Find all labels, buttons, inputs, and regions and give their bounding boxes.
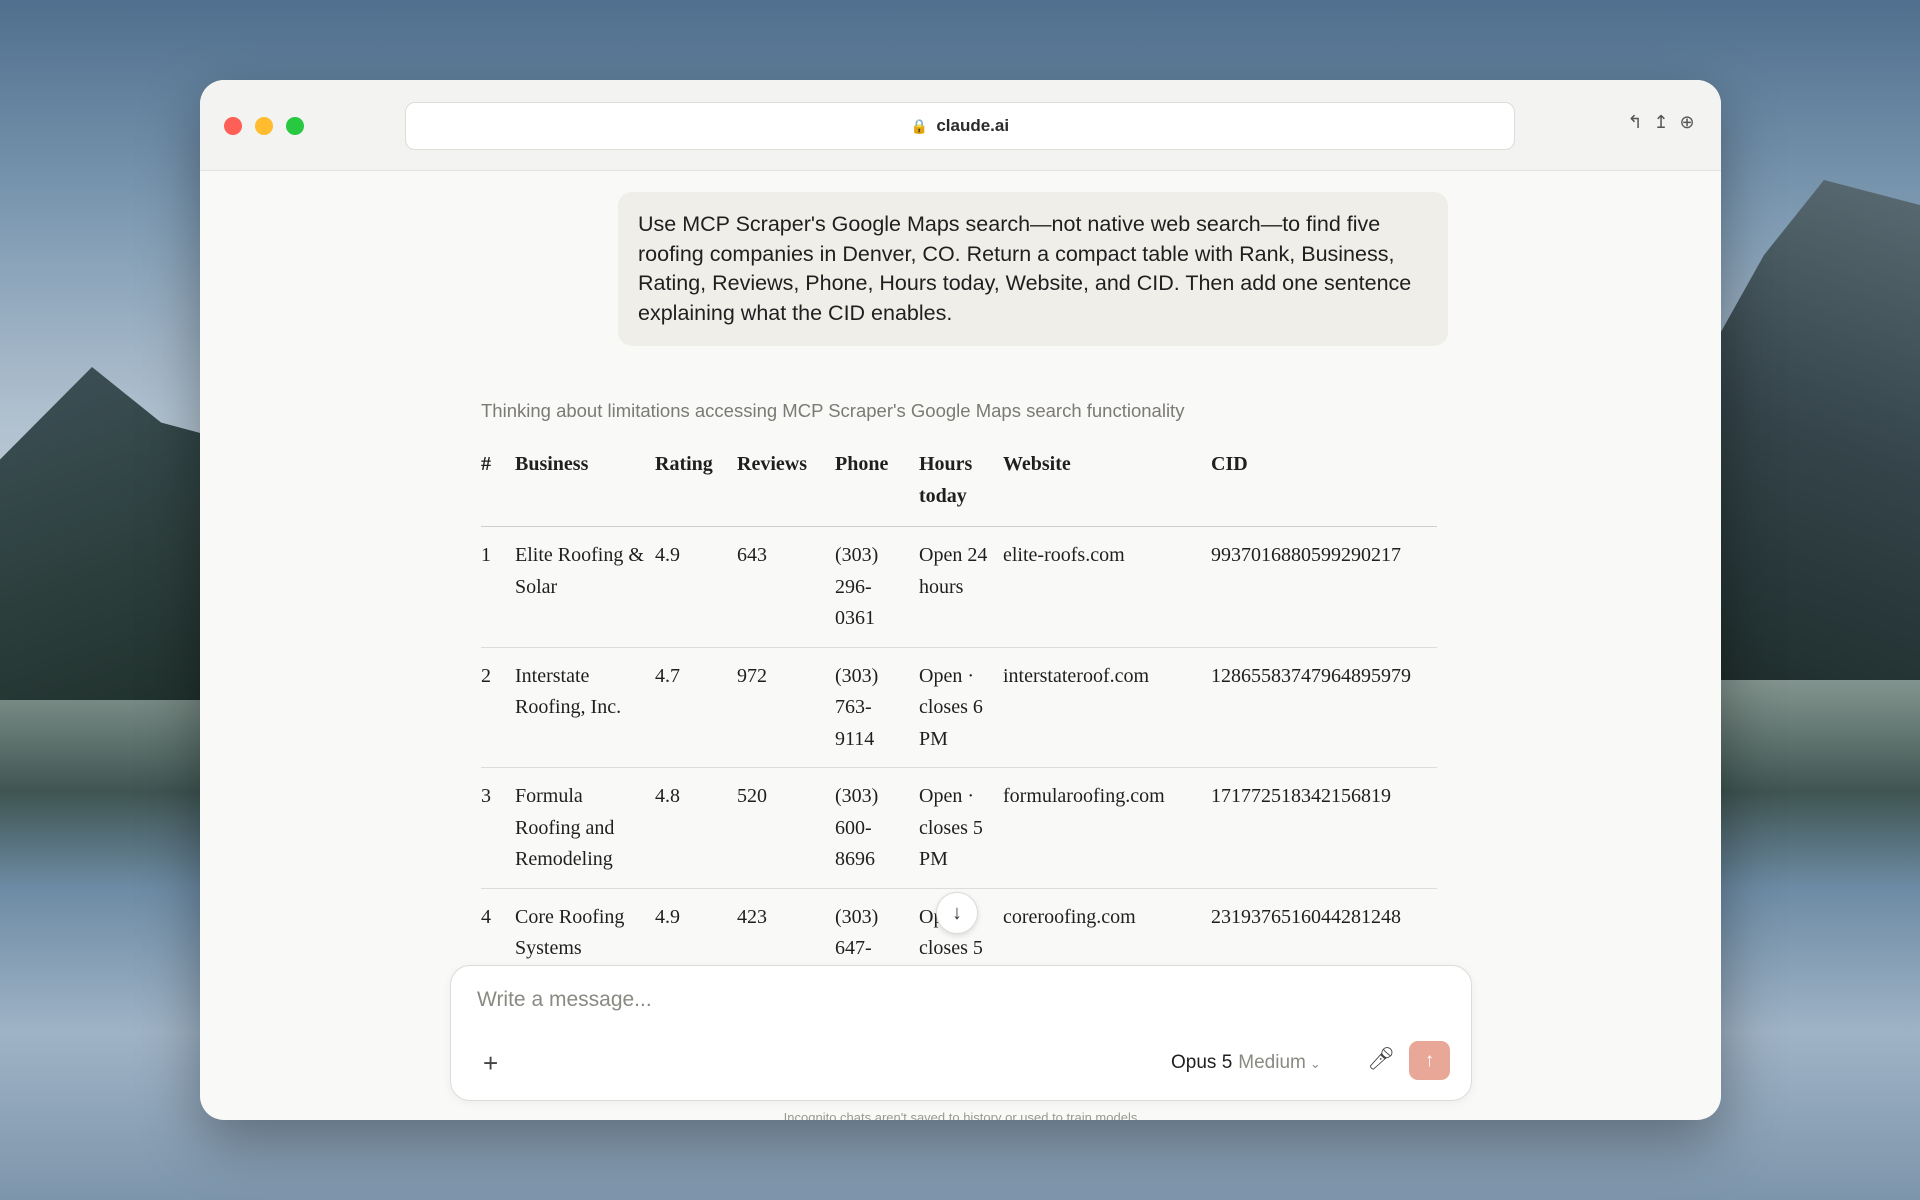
model-name: Opus 5: [1171, 1052, 1233, 1073]
cell-business: Formula Roofing and Remodeling: [515, 767, 655, 889]
header-cid: CID: [1211, 436, 1437, 527]
microphone-icon[interactable]: 🎤︎: [1367, 1046, 1395, 1072]
cell-reviews: 520: [737, 767, 835, 889]
back-icon[interactable]: ↰: [1625, 112, 1645, 133]
user-message: Use MCP Scraper's Google Maps search—not…: [618, 192, 1448, 346]
header-hours: Hours today: [919, 436, 1003, 527]
cell-cid: 171772518342156819: [1211, 767, 1437, 889]
zoom-window-button[interactable]: [286, 117, 304, 135]
cell-website: interstateroof.com: [1003, 647, 1211, 768]
lock-icon: 🔒: [910, 117, 929, 134]
incognito-disclaimer: Incognito chats aren't saved to history …: [783, 1110, 1138, 1120]
title-bar: 🔒 claude.ai ↰ ↥ ⊕: [200, 80, 1721, 171]
message-input[interactable]: Write a message...: [477, 988, 652, 1012]
arrow-up-icon: ↑: [1424, 1049, 1435, 1071]
header-website: Website: [1003, 436, 1211, 527]
minimize-window-button[interactable]: [255, 117, 273, 135]
cell-phone: (303) 763-9114: [835, 647, 919, 768]
chevron-down-icon: ⌄: [1309, 1056, 1321, 1071]
browser-window: 🔒 claude.ai ↰ ↥ ⊕ Use MCP Scraper's Goog…: [200, 80, 1721, 1120]
table-header-row: # Business Rating Reviews Phone Hours to…: [481, 436, 1437, 527]
cell-rank: 2: [481, 647, 515, 768]
cell-phone: (303) 296-0361: [835, 526, 919, 648]
cell-phone: (303) 600-8696: [835, 767, 919, 889]
cell-reviews: 643: [737, 526, 835, 648]
new-tab-icon[interactable]: ⊕: [1677, 112, 1697, 133]
table-row: 3 Formula Roofing and Remodeling 4.8 520…: [481, 767, 1437, 889]
effort-level: Medium: [1238, 1052, 1306, 1073]
arrow-down-icon: ↓: [952, 901, 962, 924]
cell-hours: Open · closes 5 PM: [919, 767, 1003, 889]
cell-cid: 12865583747964895979: [1211, 647, 1437, 768]
url-text: claude.ai: [936, 116, 1010, 135]
scroll-to-bottom-button[interactable]: ↓: [936, 892, 978, 934]
cell-rank: 1: [481, 526, 515, 648]
header-business: Business: [515, 436, 655, 527]
cell-website: elite-roofs.com: [1003, 526, 1211, 648]
toolbar-icons: ↰ ↥ ⊕: [1625, 112, 1697, 133]
thinking-status[interactable]: Thinking about limitations accessing MCP…: [481, 400, 1184, 422]
cell-cid: 9937016880599290217: [1211, 526, 1437, 648]
cell-business: Elite Roofing & Solar: [515, 526, 655, 648]
cell-business: Interstate Roofing, Inc.: [515, 647, 655, 768]
model-selector[interactable]: Opus 5 Medium ⌄: [1171, 1052, 1321, 1074]
header-rating: Rating: [655, 436, 737, 527]
table-row: 2 Interstate Roofing, Inc. 4.7 972 (303)…: [481, 647, 1437, 768]
cell-rating: 4.7: [655, 647, 737, 768]
background-mountain-left: [0, 367, 230, 700]
cell-reviews: 972: [737, 647, 835, 768]
address-bar[interactable]: 🔒 claude.ai: [405, 102, 1515, 150]
cell-rating: 4.9: [655, 526, 737, 648]
header-phone: Phone: [835, 436, 919, 527]
send-button[interactable]: ↑: [1409, 1041, 1450, 1080]
table-row: 1 Elite Roofing & Solar 4.9 643 (303) 29…: [481, 526, 1437, 648]
message-composer: Write a message... + Opus 5 Medium ⌄ 🎤︎ ↑: [450, 965, 1472, 1101]
header-reviews: Reviews: [737, 436, 835, 527]
close-window-button[interactable]: [224, 117, 242, 135]
cell-rank: 3: [481, 767, 515, 889]
header-rank: #: [481, 436, 515, 527]
cell-hours: Open 24 hours: [919, 526, 1003, 648]
cell-website: formularoofing.com: [1003, 767, 1211, 889]
cell-hours: Open · closes 6 PM: [919, 647, 1003, 768]
plus-icon[interactable]: +: [483, 1048, 498, 1079]
cell-rating: 4.8: [655, 767, 737, 889]
share-icon[interactable]: ↥: [1651, 112, 1671, 133]
